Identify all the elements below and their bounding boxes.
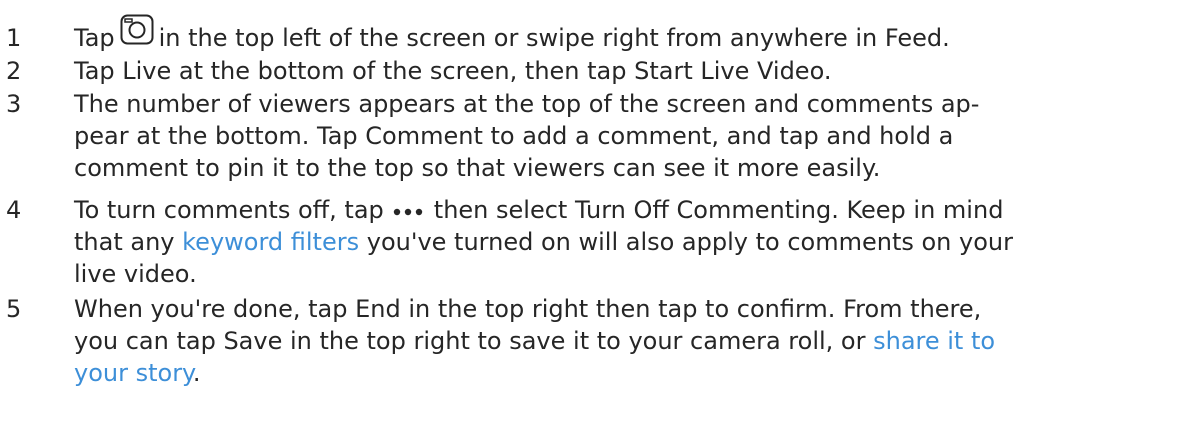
- share-to-story-link[interactable]: share it to: [873, 327, 995, 355]
- step-text-before: To turn comments off, tap: [74, 196, 384, 224]
- step-number: 3: [6, 90, 22, 118]
- step-line: you can tap Save in the top right to sav…: [74, 327, 996, 355]
- step-number: 2: [6, 57, 22, 85]
- step-number: 1: [6, 24, 22, 52]
- step-text-after: then select Turn Off Commenting. Keep in…: [433, 196, 1004, 224]
- step-text: To turn comments off, tap then select Tur…: [74, 194, 1184, 290]
- step-number: 5: [6, 295, 22, 323]
- camera-icon: [120, 14, 154, 45]
- step-line: Tap Live at the bottom of the screen, th…: [74, 57, 832, 85]
- step-line: comment to pin it to the top so that vie…: [74, 154, 881, 182]
- more-icon: [390, 195, 426, 216]
- step-line: Tap in the top left of the screen or swip…: [74, 14, 1184, 55]
- step-text: When you're done, tap End in the top rig…: [74, 293, 1184, 389]
- step-line: your story.: [74, 359, 201, 387]
- step-line: pear at the bottom. Tap Comment to add a…: [74, 122, 954, 150]
- step-text: Tap Live at the bottom of the screen, th…: [74, 55, 1184, 87]
- step-line: When you're done, tap End in the top rig…: [74, 295, 982, 323]
- step-text-after: in the top left of the screen or swipe r…: [158, 24, 950, 52]
- keyword-filters-link[interactable]: keyword filters: [182, 228, 359, 256]
- step-line: To turn comments off, tap then select Tur…: [74, 194, 1184, 226]
- step-line: The number of viewers appears at the top…: [74, 90, 980, 118]
- step-text: The number of viewers appears at the top…: [74, 88, 1184, 184]
- step-text-before: Tap: [74, 24, 115, 52]
- step-text: Tap in the top left of the screen or swip…: [74, 14, 1184, 55]
- step-line: that any keyword filters you've turned o…: [74, 228, 1013, 256]
- share-to-story-link-cont[interactable]: your story: [74, 359, 193, 387]
- step-line: live video.: [74, 260, 197, 288]
- step-number: 4: [6, 196, 22, 224]
